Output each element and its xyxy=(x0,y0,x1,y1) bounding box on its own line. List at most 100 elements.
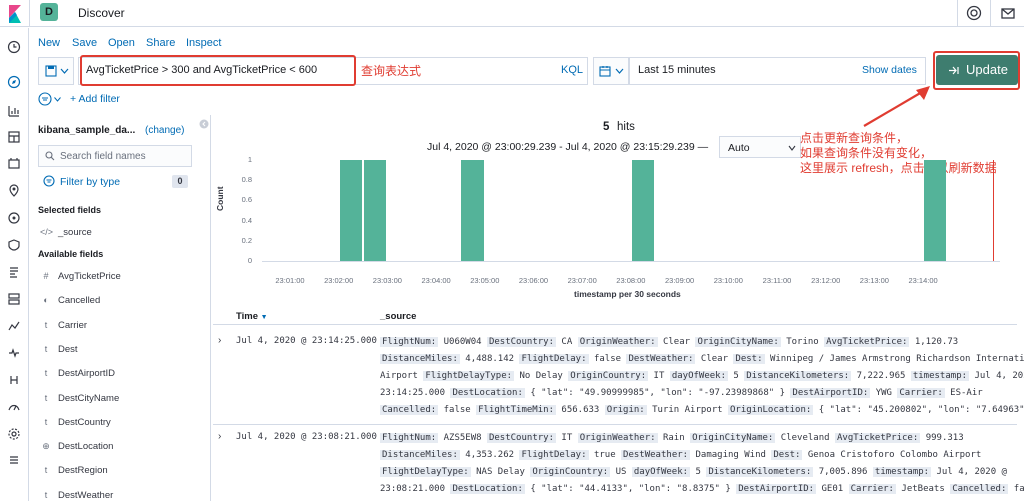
x-tick-label: 23:14:00 xyxy=(908,276,938,285)
space-avatar[interactable]: D xyxy=(40,3,58,21)
field-value: { "lat": "49.90999985", "lon": "-97.2398… xyxy=(530,388,785,398)
histogram-bar[interactable] xyxy=(364,160,387,261)
new-link[interactable]: New xyxy=(38,37,60,49)
show-dates-link[interactable]: Show dates xyxy=(862,64,917,76)
field-search-input[interactable]: Search field names xyxy=(38,145,192,167)
field-key: DestAirportID: xyxy=(790,388,871,398)
interval-select[interactable]: Auto xyxy=(719,136,801,158)
field-value: false xyxy=(1013,484,1024,494)
field-item-destcityname[interactable]: DestCityName xyxy=(58,393,119,404)
uptime-icon[interactable] xyxy=(7,346,21,360)
field-item-destweather[interactable]: DestWeather xyxy=(58,490,113,501)
field-item-destcountry[interactable]: DestCountry xyxy=(58,417,111,428)
y-axis-label: Count xyxy=(215,186,225,211)
dashboard-icon[interactable] xyxy=(7,130,21,144)
row-divider xyxy=(213,424,1017,425)
x-tick-label: 23:07:00 xyxy=(567,276,597,285)
field-value: 5 xyxy=(695,467,701,477)
clock-icon[interactable] xyxy=(7,40,21,54)
sort-desc-icon[interactable]: ▼ xyxy=(261,314,268,321)
devtools-icon[interactable] xyxy=(7,373,21,387)
help-icon[interactable] xyxy=(966,5,982,21)
x-tick-label: 23:06:00 xyxy=(518,276,549,285)
current-time-marker xyxy=(993,160,994,261)
field-key: OriginWeather: xyxy=(577,433,658,443)
field-key: OriginCityName: xyxy=(695,337,781,347)
expand-row-icon[interactable]: › xyxy=(218,335,221,346)
index-pattern-name: kibana_sample_da... xyxy=(38,125,136,136)
histogram-bar[interactable] xyxy=(339,160,363,261)
field-sidebar xyxy=(30,115,210,501)
field-type-icon: t xyxy=(44,368,48,379)
field-value: AZS5EW8 xyxy=(443,433,482,443)
search-placeholder: Search field names xyxy=(60,151,146,162)
collapse-icon[interactable] xyxy=(7,453,21,467)
field-item-destregion[interactable]: DestRegion xyxy=(58,465,108,476)
logs-icon[interactable] xyxy=(7,265,21,279)
field-value: Turin Airport xyxy=(652,405,723,415)
settings-gear-icon[interactable] xyxy=(7,427,21,441)
source-line: DistanceMiles: 4,488.142 FlightDelay: fa… xyxy=(380,351,1024,368)
field-key: DestCountry: xyxy=(486,433,556,443)
time-column-header[interactable]: Time ▼ xyxy=(236,311,268,322)
field-item-destlocation[interactable]: DestLocation xyxy=(58,441,113,452)
x-tick-label: 23:09:00 xyxy=(664,276,695,285)
filter-options-icon[interactable] xyxy=(38,92,52,106)
field-value: GE01 xyxy=(821,484,844,494)
field-key: OriginCountry: xyxy=(568,371,649,381)
histogram-bar[interactable] xyxy=(924,160,947,261)
x-tick-label: 23:11:00 xyxy=(762,276,792,285)
time-range-label[interactable]: Last 15 minutes xyxy=(638,64,716,76)
field-value: Torino xyxy=(786,337,819,347)
field-item-destairportid[interactable]: DestAirportID xyxy=(58,368,115,379)
siem-icon[interactable] xyxy=(7,238,21,252)
canvas-icon[interactable] xyxy=(7,157,21,171)
field-item-cancelled[interactable]: Cancelled xyxy=(58,295,100,306)
field-value: true xyxy=(593,450,616,460)
visualize-icon[interactable] xyxy=(7,104,21,118)
saved-query-button[interactable] xyxy=(38,57,74,85)
field-type-icon: t xyxy=(44,465,48,476)
available-fields-heading: Available fields xyxy=(38,249,104,259)
field-value: Airport xyxy=(380,371,418,381)
field-item-dest[interactable]: Dest xyxy=(58,344,78,355)
field-key: dayOfWeek: xyxy=(669,371,728,381)
chevron-down-icon xyxy=(54,97,61,102)
field-type-icon: # xyxy=(43,271,49,281)
field-key: DestAirportID: xyxy=(736,484,817,494)
save-disk-icon xyxy=(45,65,57,77)
ml-icon[interactable] xyxy=(7,211,21,225)
infra-icon[interactable] xyxy=(7,292,21,306)
x-axis-line xyxy=(262,261,1000,262)
kibana-logo-icon[interactable] xyxy=(7,5,23,23)
mail-icon[interactable] xyxy=(1000,5,1016,21)
apm-icon[interactable] xyxy=(7,319,21,333)
source-line: 23:14:25.000 DestLocation: { "lat": "49.… xyxy=(380,385,1024,402)
discover-compass-icon[interactable] xyxy=(7,75,21,89)
expand-row-icon[interactable]: › xyxy=(218,431,221,442)
open-link[interactable]: Open xyxy=(108,37,135,49)
field-key: DestLocation: xyxy=(450,484,525,494)
field-item-avgticketprice[interactable]: AvgTicketPrice xyxy=(58,271,121,282)
field-key: DestLocation: xyxy=(450,388,525,398)
filter-by-type-button[interactable]: Filter by type xyxy=(60,176,120,188)
inspect-link[interactable]: Inspect xyxy=(186,37,221,49)
field-value: No Delay xyxy=(519,371,563,381)
collapse-sidebar-icon[interactable] xyxy=(199,119,209,129)
histogram-bar[interactable] xyxy=(461,160,484,261)
field-value: Rain xyxy=(662,433,685,443)
change-index-link[interactable]: (change) xyxy=(145,125,184,136)
histogram-bar[interactable] xyxy=(631,160,655,261)
date-picker-quick-menu[interactable] xyxy=(593,57,629,85)
field-item-source[interactable]: _source xyxy=(58,227,92,238)
save-link[interactable]: Save xyxy=(72,37,97,49)
add-filter-button[interactable]: + Add filter xyxy=(70,93,120,105)
field-key: Origin: xyxy=(604,405,647,415)
monitoring-icon[interactable] xyxy=(7,400,21,414)
field-item-carrier[interactable]: Carrier xyxy=(58,320,87,331)
field-key: FlightDelayType: xyxy=(380,467,471,477)
share-link[interactable]: Share xyxy=(146,37,175,49)
kql-toggle[interactable]: KQL xyxy=(561,64,583,76)
update-annotation-line: 这里展示 refresh，点击可以刷新数据 xyxy=(800,161,997,175)
maps-icon[interactable] xyxy=(7,184,21,198)
